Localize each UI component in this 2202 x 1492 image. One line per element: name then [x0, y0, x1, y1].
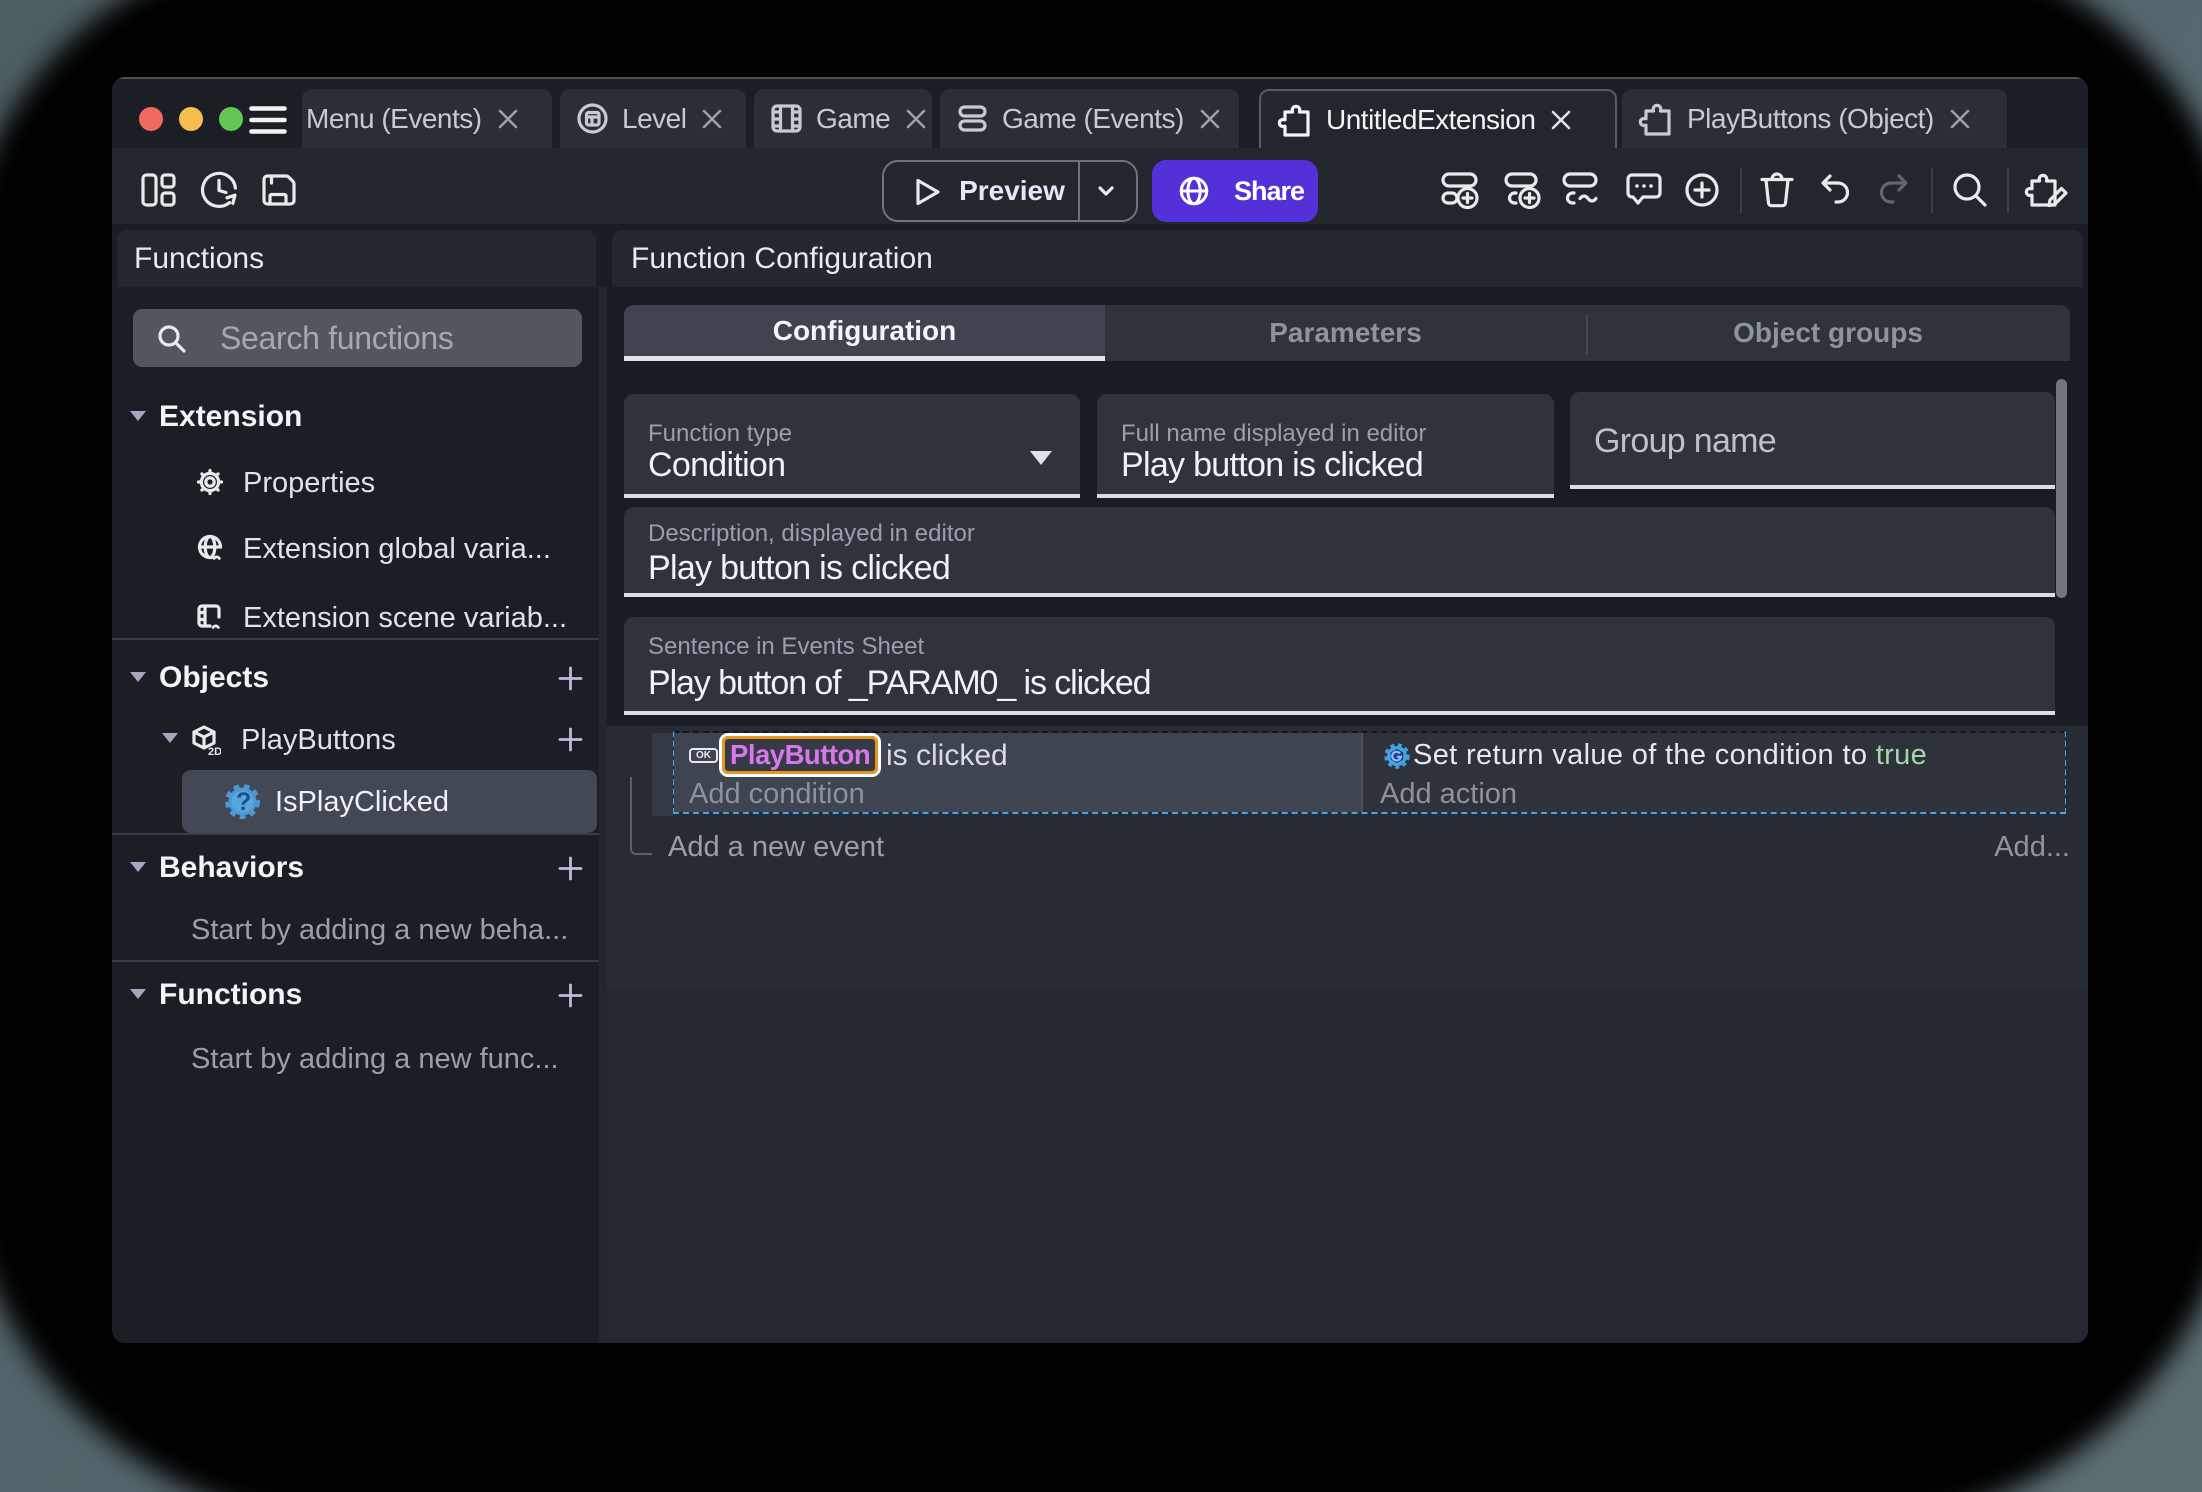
svg-text:?: ?	[236, 788, 251, 816]
svg-text:2D: 2D	[208, 746, 221, 756]
